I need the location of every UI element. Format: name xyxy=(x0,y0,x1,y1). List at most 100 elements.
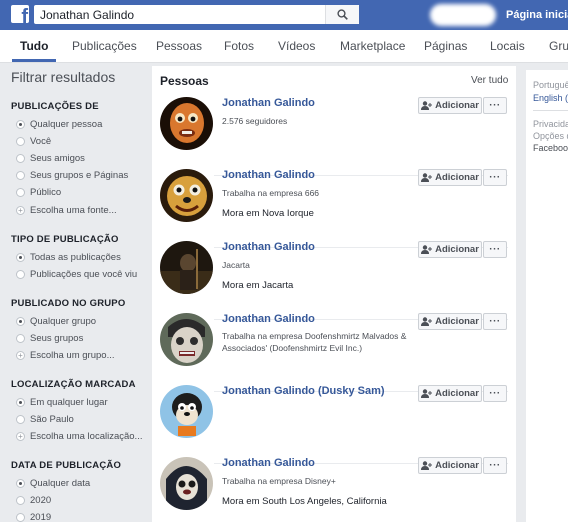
tab-tudo[interactable]: Tudo xyxy=(12,30,57,62)
person-result: Jonathan Galindo Trabalha na empresa Doo… xyxy=(152,313,516,392)
tab-publicacoes[interactable]: Publicações xyxy=(72,30,137,62)
radio-icon xyxy=(16,270,25,279)
radio-selected-icon xyxy=(16,479,25,488)
filter-heading-data: DATA DE PUBLICAÇÃO xyxy=(11,460,122,471)
person-detail: Trabalha na empresa 666 xyxy=(222,188,320,198)
add-friend-button[interactable]: Adicionar xyxy=(418,241,482,258)
person-detail: Trabalha na empresa Disney+ xyxy=(222,476,336,486)
radio-icon xyxy=(16,154,25,163)
person-result: Jonathan Galindo Jacarta Mora em Jacarta… xyxy=(152,241,516,320)
language-current: Português xyxy=(533,80,568,90)
profile-picture[interactable] xyxy=(160,97,213,150)
filter-option[interactable]: Publicações que você viu xyxy=(16,269,137,280)
search-icon xyxy=(337,9,348,20)
plus-icon: + xyxy=(16,206,25,215)
filter-option[interactable]: Em qualquer lugar xyxy=(16,397,108,408)
profile-picture[interactable] xyxy=(160,169,213,222)
more-options-button[interactable]: ··· xyxy=(483,385,507,402)
people-results-card: Pessoas Ver tudo Jonathan Galindo 2.576 … xyxy=(152,66,516,522)
tab-pessoas[interactable]: Pessoas xyxy=(156,30,202,62)
filter-option[interactable]: Público xyxy=(16,187,61,198)
filter-option[interactable]: Seus amigos xyxy=(16,153,85,164)
more-options-button[interactable]: ··· xyxy=(483,457,507,474)
more-options-button[interactable]: ··· xyxy=(483,313,507,330)
filter-option[interactable]: 2019 xyxy=(16,512,51,522)
filter-heading-tipo: TIPO DE PUBLICAÇÃO xyxy=(11,234,119,245)
filter-option[interactable]: Qualquer pessoa xyxy=(16,119,102,130)
person-location: Mora em Jacarta xyxy=(222,280,294,291)
profile-picture[interactable] xyxy=(160,313,213,366)
person-name-link[interactable]: Jonathan Galindo (Dusky Sam) xyxy=(222,385,385,397)
filter-option-choose-group[interactable]: + Escolha um grupo... xyxy=(16,350,115,361)
person-detail: Jacarta xyxy=(222,260,250,270)
filter-heading-publicacoes-de: PUBLICAÇÕES DE xyxy=(11,101,99,112)
filter-option[interactable]: Qualquer grupo xyxy=(16,316,96,327)
see-all-link[interactable]: Ver tudo xyxy=(471,75,508,86)
search-tabs: Tudo Publicações Pessoas Fotos Vídeos Ma… xyxy=(0,30,568,63)
footer-link[interactable]: Privacidade xyxy=(533,119,568,129)
profile-picture[interactable] xyxy=(160,457,213,510)
add-friend-icon xyxy=(421,245,433,254)
filter-option[interactable]: Qualquer data xyxy=(16,478,90,489)
profile-avatar[interactable] xyxy=(430,4,496,26)
filter-heading-localizacao: LOCALIZAÇÃO MARCADA xyxy=(11,379,136,390)
add-friend-icon xyxy=(421,389,433,398)
filter-option[interactable]: Você xyxy=(16,136,51,147)
home-link[interactable]: Página inicial xyxy=(506,9,568,21)
tab-grupos[interactable]: Grupos xyxy=(549,30,568,62)
search-button[interactable] xyxy=(325,5,359,24)
more-options-button[interactable]: ··· xyxy=(483,241,507,258)
radio-icon xyxy=(16,496,25,505)
filter-option-choose-location[interactable]: + Escolha uma localização... xyxy=(16,431,142,442)
radio-selected-icon xyxy=(16,120,25,129)
tab-locais[interactable]: Locais xyxy=(490,30,525,62)
person-result: Jonathan Galindo 2.576 seguidores Adicio… xyxy=(152,97,516,176)
search-input[interactable] xyxy=(34,5,324,24)
search-box xyxy=(34,5,359,24)
add-friend-icon xyxy=(421,317,433,326)
facebook-logo-icon[interactable]: f xyxy=(11,5,29,23)
person-result: Jonathan Galindo Trabalha na empresa 666… xyxy=(152,169,516,248)
add-friend-icon xyxy=(421,173,433,182)
person-name-link[interactable]: Jonathan Galindo xyxy=(222,457,315,469)
radio-selected-icon xyxy=(16,398,25,407)
radio-icon xyxy=(16,188,25,197)
tab-paginas[interactable]: Páginas xyxy=(424,30,467,62)
add-friend-button[interactable]: Adicionar xyxy=(418,385,482,402)
filters-title: Filtrar resultados xyxy=(11,69,116,85)
person-name-link[interactable]: Jonathan Galindo xyxy=(222,313,315,325)
person-result: Jonathan Galindo (Dusky Sam) Adicionar ·… xyxy=(152,385,516,464)
filter-option-choose-source[interactable]: + Escolha uma fonte... xyxy=(16,205,117,216)
filter-option[interactable]: Seus grupos xyxy=(16,333,83,344)
more-options-button[interactable]: ··· xyxy=(483,169,507,186)
person-name-link[interactable]: Jonathan Galindo xyxy=(222,241,315,253)
tab-videos[interactable]: Vídeos xyxy=(278,30,315,62)
profile-picture[interactable] xyxy=(160,241,213,294)
radio-selected-icon xyxy=(16,253,25,262)
tab-marketplace[interactable]: Marketplace xyxy=(340,30,405,62)
filter-option[interactable]: Seus grupos e Páginas xyxy=(16,170,128,181)
add-friend-button[interactable]: Adicionar xyxy=(418,169,482,186)
more-options-button[interactable]: ··· xyxy=(483,97,507,114)
plus-icon: + xyxy=(16,432,25,441)
filter-option[interactable]: Todas as publicações xyxy=(16,252,121,263)
add-friend-button[interactable]: Adicionar xyxy=(418,97,482,114)
add-friend-button[interactable]: Adicionar xyxy=(418,457,482,474)
radio-icon xyxy=(16,415,25,424)
add-friend-button[interactable]: Adicionar xyxy=(418,313,482,330)
profile-picture[interactable] xyxy=(160,385,213,438)
radio-icon xyxy=(16,513,25,522)
person-detail: Trabalha na empresa Doofenshmirtz Malvad… xyxy=(222,331,407,353)
top-bar: f Página inicial xyxy=(0,0,568,30)
footer-link[interactable]: Facebook xyxy=(533,143,568,153)
language-link[interactable]: English (US) xyxy=(533,93,568,103)
person-name-link[interactable]: Jonathan Galindo xyxy=(222,169,315,181)
person-name-link[interactable]: Jonathan Galindo xyxy=(222,97,315,109)
footer-link[interactable]: Opções de anúncios xyxy=(533,131,568,141)
tab-fotos[interactable]: Fotos xyxy=(224,30,254,62)
radio-icon xyxy=(16,171,25,180)
filter-option[interactable]: 2020 xyxy=(16,495,51,506)
right-sidebar-card: Português English (US) Privacidade Opçõe… xyxy=(526,70,568,522)
results-section-title: Pessoas xyxy=(160,74,209,88)
filter-option[interactable]: São Paulo xyxy=(16,414,74,425)
